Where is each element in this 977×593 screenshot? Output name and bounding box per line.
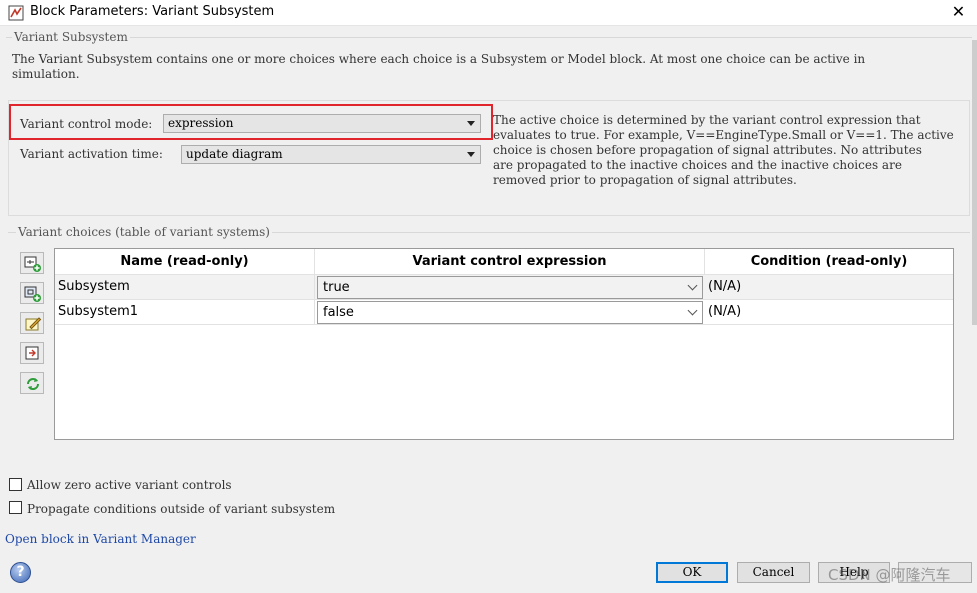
propagate-conditions-label: Propagate conditions outside of variant … <box>27 502 336 516</box>
refresh-button[interactable] <box>20 372 44 394</box>
help-line: choice is chosen before propagation of s… <box>493 143 922 157</box>
propagate-conditions-checkbox[interactable] <box>9 501 22 514</box>
control-mode-help-text: The active choice is determined by the v… <box>493 113 963 188</box>
choice-condition: (N/A) <box>708 279 742 294</box>
ok-button[interactable]: OK <box>656 562 728 583</box>
variant-activation-time-value: update diagram <box>186 147 283 161</box>
chevron-down-icon <box>687 305 698 316</box>
refresh-icon <box>27 378 39 390</box>
allow-zero-active-checkbox[interactable] <box>9 478 22 491</box>
variant-activation-time-label: Variant activation time: <box>20 147 163 161</box>
edit-choice-button[interactable] <box>20 312 44 334</box>
variant-choices-table: Name (read-only) Variant control express… <box>54 248 954 440</box>
choice-condition: (N/A) <box>708 304 742 319</box>
expression-dropdown[interactable]: false <box>317 301 703 324</box>
table-row[interactable]: Subsystem true (N/A) <box>55 275 953 300</box>
description-text: The Variant Subsystem contains one or mo… <box>12 52 912 82</box>
description-legend: Variant Subsystem <box>12 30 130 44</box>
help-icon[interactable]: ? <box>10 562 31 583</box>
add-model-choice-button[interactable] <box>20 282 44 304</box>
help-line: evaluates to true. For example, V==Engin… <box>493 128 954 142</box>
add-subsystem-choice-button[interactable] <box>20 252 44 274</box>
open-choice-button[interactable] <box>20 342 44 364</box>
description-line: simulation. <box>12 67 80 81</box>
add-subsystem-choice-icon <box>24 256 41 272</box>
description-line: The Variant Subsystem contains one or mo… <box>12 52 866 66</box>
expression-dropdown[interactable]: true <box>317 276 703 299</box>
help-line: The active choice is determined by the v… <box>493 113 921 127</box>
choice-name: Subsystem1 <box>55 300 315 325</box>
open-variant-manager-link[interactable]: Open block in Variant Manager <box>5 532 196 546</box>
open-choice-icon <box>25 346 39 360</box>
simulink-block-icon <box>8 5 24 21</box>
help-line: removed prior to propagation of signal a… <box>493 173 797 187</box>
chevron-down-icon <box>687 280 698 291</box>
add-model-choice-icon <box>24 286 41 302</box>
dropdown-arrow-icon <box>467 152 475 157</box>
window-title: Block Parameters: Variant Subsystem <box>30 4 275 19</box>
column-header-condition[interactable]: Condition (read-only) <box>705 249 953 275</box>
column-header-expression[interactable]: Variant control expression <box>315 249 705 275</box>
highlight-box <box>9 104 493 140</box>
scrollbar[interactable] <box>972 40 977 325</box>
cancel-button[interactable]: Cancel <box>737 562 810 583</box>
variant-activation-time-dropdown[interactable]: update diagram <box>181 145 481 164</box>
expression-value: true <box>323 280 350 295</box>
help-line: are propagated to the inactive choices a… <box>493 158 902 172</box>
watermark: CSDN @阿隆汽车 <box>828 566 951 584</box>
variant-choices-legend: Variant choices (table of variant system… <box>16 225 272 239</box>
allow-zero-active-label: Allow zero active variant controls <box>27 478 232 492</box>
column-header-name[interactable]: Name (read-only) <box>55 249 315 275</box>
expression-value: false <box>323 305 354 320</box>
choice-name: Subsystem <box>55 275 315 300</box>
table-row[interactable]: Subsystem1 false (N/A) <box>55 300 953 325</box>
close-button[interactable]: ✕ <box>940 0 977 26</box>
edit-choice-icon <box>25 317 42 331</box>
